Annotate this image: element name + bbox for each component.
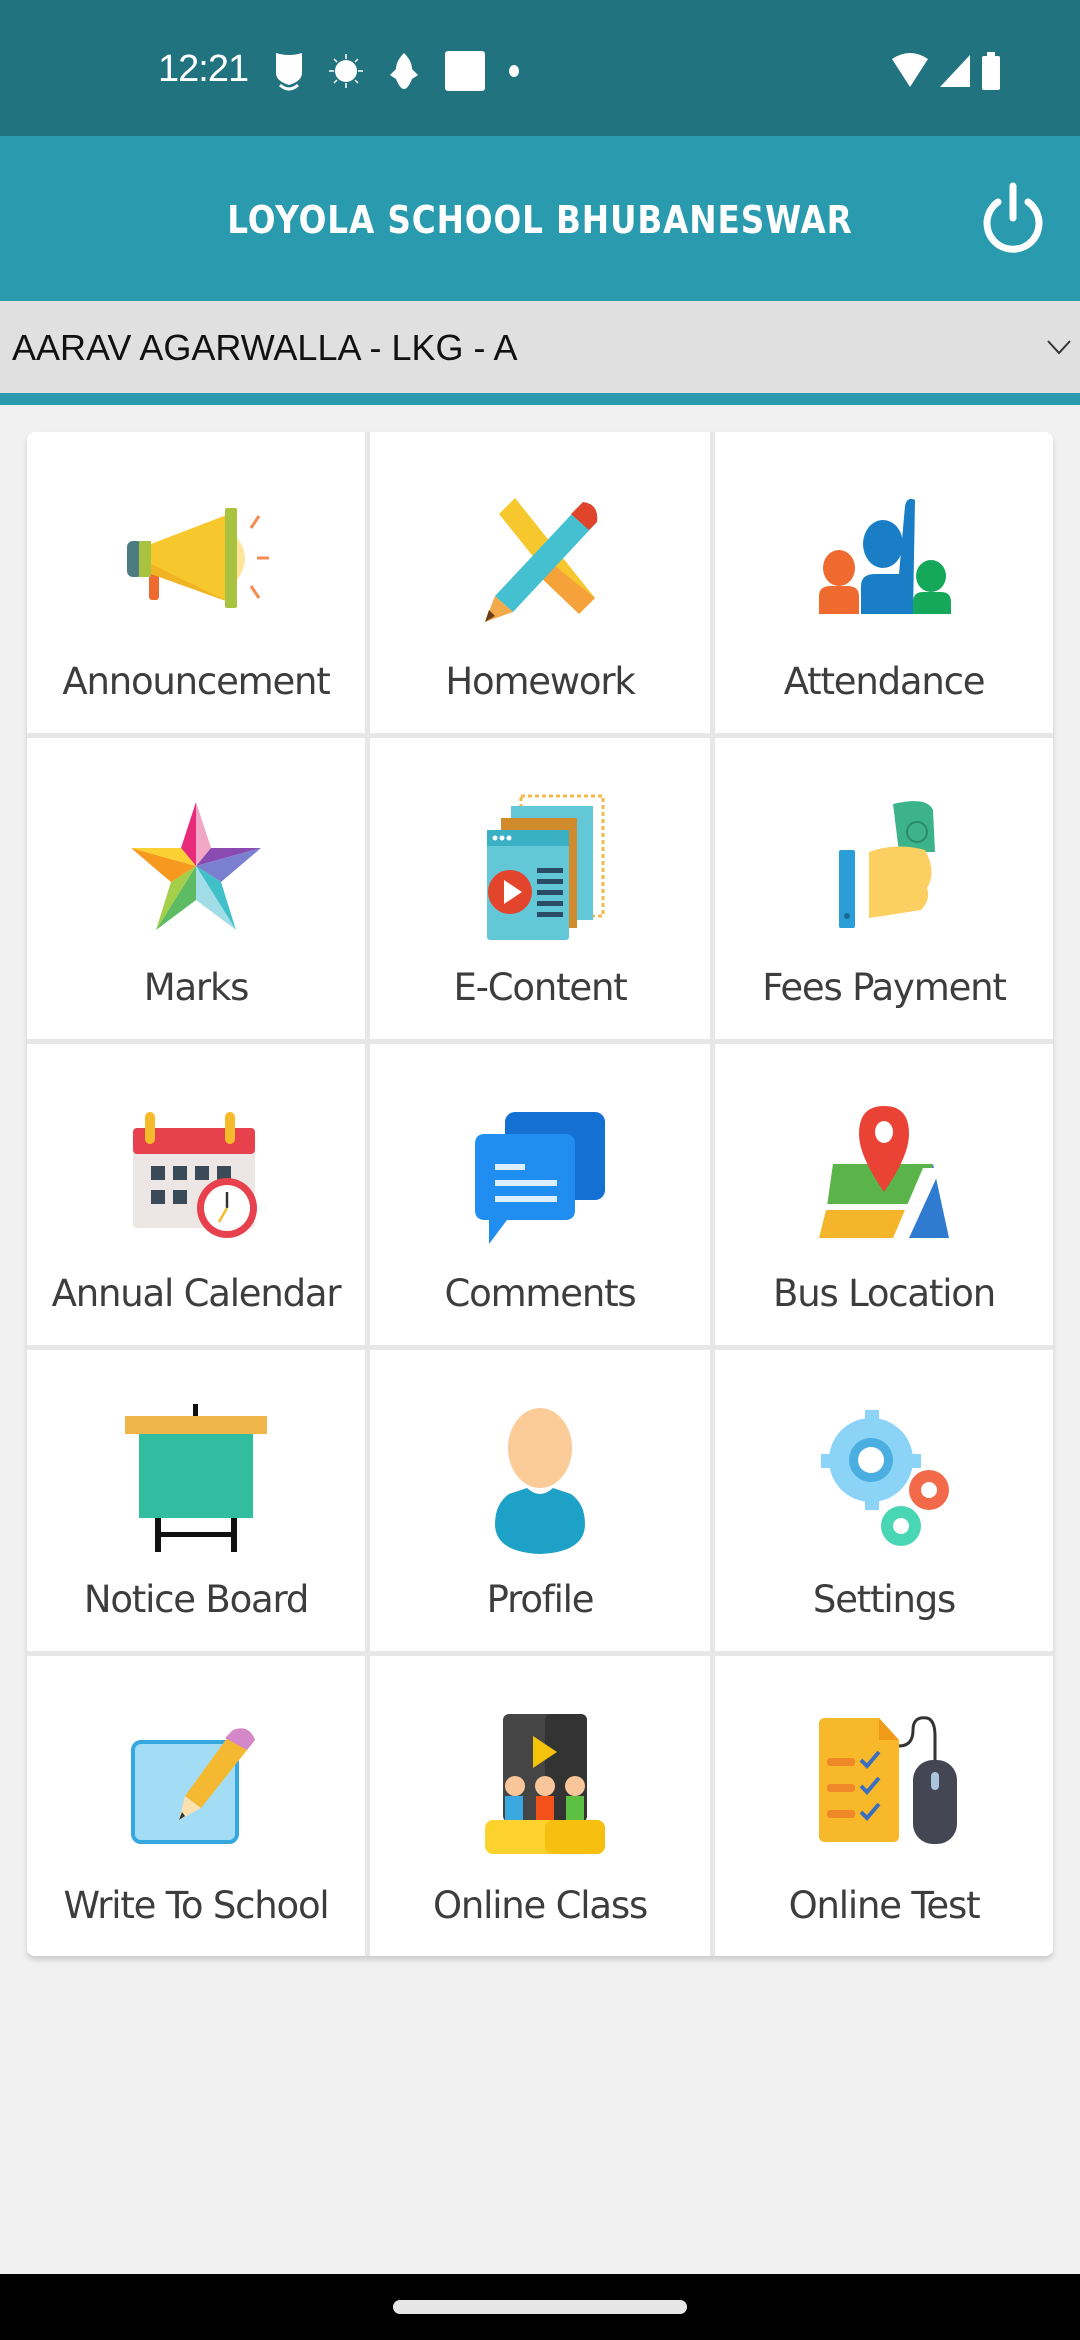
menu-item-label: Settings (812, 1578, 956, 1621)
menu-item-label: Online Test (788, 1884, 981, 1927)
menu-item-label: Marks (143, 966, 250, 1009)
square-notification-icon (445, 51, 485, 91)
star-icon (131, 802, 261, 930)
video-document-icon (487, 794, 605, 940)
dot-notification-icon (509, 65, 519, 77)
menu-item-label: Attendance (783, 660, 986, 703)
pencil-ruler-icon (485, 498, 598, 622)
menu-item-write-to-school[interactable]: Write To School (27, 1656, 365, 1956)
video-class-icon (485, 1714, 605, 1854)
megaphone-icon (127, 508, 269, 608)
menu-item-label: Notice Board (83, 1578, 310, 1621)
menu-item-announcement[interactable]: Announcement (27, 432, 365, 733)
raised-hand-people-icon (819, 498, 951, 614)
shield-notification-icon (276, 53, 302, 91)
menu-item-label: Announcement (62, 660, 330, 703)
menu-item-bus-location[interactable]: Bus Location (715, 1044, 1053, 1345)
menu-item-notice-board[interactable]: Notice Board (27, 1350, 365, 1651)
menu-item-e-content[interactable]: E-Content (370, 738, 710, 1039)
menu-item-settings[interactable]: Settings (715, 1350, 1053, 1651)
power-icon (983, 182, 1043, 253)
navigation-bar (0, 2274, 1080, 2340)
divider-strip (0, 393, 1080, 405)
menu-item-comments[interactable]: Comments (370, 1044, 710, 1345)
system-icons (890, 52, 1002, 90)
selected-student: AARAV AGARWALLA - LKG - A (12, 327, 518, 368)
app-title: LOYOLA SCHOOL BHUBANESWAR (227, 198, 853, 242)
hand-money-icon (839, 801, 935, 928)
menu-item-label: Homework (445, 660, 635, 703)
menu-item-annual-calendar[interactable]: Annual Calendar (27, 1044, 365, 1345)
sun-notification-icon (329, 54, 363, 88)
menu-item-marks[interactable]: Marks (27, 738, 365, 1039)
wifi-icon (892, 53, 928, 87)
menu-item-label: E-Content (453, 966, 627, 1009)
signal-icon (940, 55, 970, 87)
menu-item-online-test[interactable]: Online Test (715, 1656, 1053, 1956)
logout-button[interactable] (978, 180, 1048, 256)
easel-board-icon (125, 1404, 267, 1552)
chevron-down-icon (1047, 340, 1071, 355)
menu-item-attendance[interactable]: Attendance (715, 432, 1053, 733)
menu-item-label: Fees Payment (762, 966, 1007, 1009)
gears-icon (821, 1410, 949, 1546)
menu-item-label: Write To School (63, 1884, 330, 1927)
menu-item-label: Annual Calendar (51, 1272, 342, 1315)
menu-item-homework[interactable]: Homework (370, 432, 710, 733)
menu-item-label: Online Class (432, 1884, 648, 1927)
battery-icon (982, 52, 1000, 90)
write-note-icon (131, 1728, 255, 1844)
student-selector-dropdown[interactable]: AARAV AGARWALLA - LKG - A (0, 301, 1080, 393)
menu-item-label: Profile (486, 1578, 595, 1621)
menu-item-online-class[interactable]: Online Class (370, 1656, 710, 1956)
home-gesture-handle[interactable] (393, 2300, 687, 2314)
menu-item-label: Comments (444, 1272, 637, 1315)
test-mouse-icon (819, 1716, 957, 1844)
map-pin-icon (819, 1106, 949, 1238)
menu-item-label: Bus Location (773, 1272, 996, 1315)
menu-grid: Announcement Homework Attendance Marks E… (27, 432, 1053, 1956)
menu-item-fees-payment[interactable]: Fees Payment (715, 738, 1053, 1039)
status-time: 12:21 (158, 48, 249, 90)
app-bar: LOYOLA SCHOOL BHUBANESWAR (0, 136, 1080, 301)
app-notification-icon (390, 53, 418, 89)
calendar-clock-icon (133, 1112, 257, 1238)
notification-icons (272, 50, 520, 92)
chat-bubbles-icon (475, 1112, 605, 1244)
user-icon (495, 1408, 585, 1554)
menu-item-profile[interactable]: Profile (370, 1350, 710, 1651)
status-bar: 12:21 (0, 0, 1080, 136)
